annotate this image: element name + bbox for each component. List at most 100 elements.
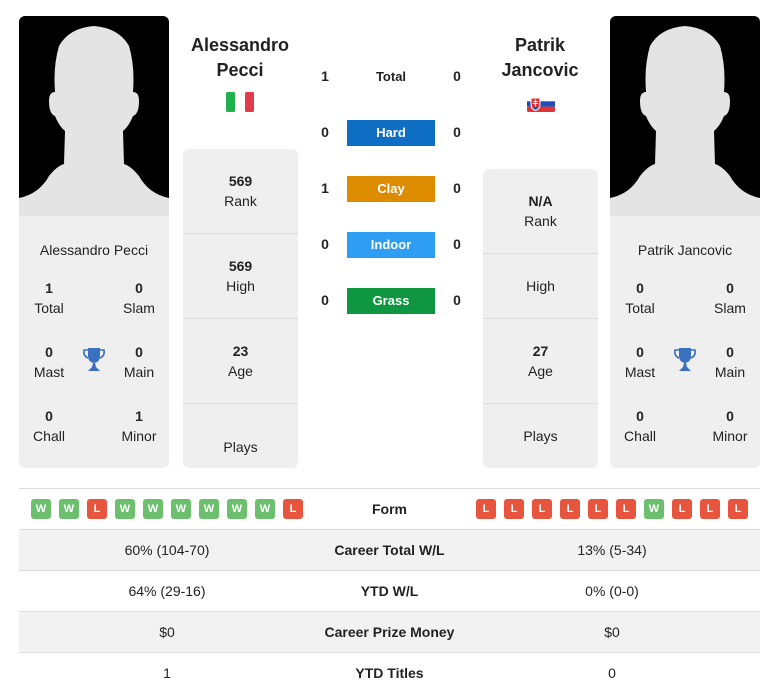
stat-value: 27 xyxy=(532,343,549,359)
player1-card: Alessandro Pecci 1 Total 0 Slam 0 Mast 0… xyxy=(19,16,169,468)
title-value: 0 xyxy=(726,280,734,296)
h2h-p2-value: 0 xyxy=(453,236,461,252)
player2-value: 13% (5-34) xyxy=(577,542,647,558)
title-value: 0 xyxy=(135,344,143,360)
table-row-ytd-wl: 64% (29-16) YTD W/L 0% (0-0) xyxy=(19,571,760,612)
player1-full-name: Alessandro Pecci xyxy=(39,242,149,258)
surface-badge-hard[interactable]: Hard xyxy=(347,120,435,146)
surface-badge-clay[interactable]: Clay xyxy=(347,176,435,202)
form-badge-loss[interactable]: L xyxy=(87,499,107,519)
stat-label: Rank xyxy=(524,213,557,229)
row-label: YTD W/L xyxy=(360,583,419,599)
form-badge-win[interactable]: W xyxy=(199,499,219,519)
player1-title-minor: 1 Minor xyxy=(109,406,169,446)
h2h-p1-value: 1 xyxy=(321,180,329,196)
form-badge-loss[interactable]: L xyxy=(560,499,580,519)
stat-label: Rank xyxy=(224,193,257,209)
h2h-p2-value: 0 xyxy=(453,124,461,140)
silhouette-icon xyxy=(610,26,760,216)
trophy-icon xyxy=(674,348,696,371)
row-label: Career Prize Money xyxy=(324,624,455,640)
player2-title-slam: 0 Slam xyxy=(700,278,760,318)
player2-value: $0 xyxy=(604,624,620,640)
stat-value: 23 xyxy=(232,343,249,359)
title-value: 0 xyxy=(45,408,53,424)
title-value: 0 xyxy=(45,344,53,360)
h2h-row-grass: 0 Grass 0 xyxy=(310,288,470,314)
player2-title-total: 0 Total xyxy=(610,278,670,318)
player2-plays: Plays xyxy=(483,404,598,468)
silhouette-icon xyxy=(19,26,169,216)
form-row: WWLWWWWWWL Form LLLLLLWLLL xyxy=(19,489,760,530)
player1-title-total: 1 Total xyxy=(19,278,79,318)
player1-high: 569 High xyxy=(183,234,298,319)
player1-value: 64% (29-16) xyxy=(128,583,206,599)
form-badge-loss[interactable]: L xyxy=(476,499,496,519)
table-row-career-wl: 60% (104-70) Career Total W/L 13% (5-34) xyxy=(19,530,760,571)
surface-badge-indoor[interactable]: Indoor xyxy=(347,232,435,258)
form-badge-win[interactable]: W xyxy=(644,499,664,519)
player2-card: Patrik Jancovic 0 Total 0 Slam 0 Mast 0 … xyxy=(610,16,760,468)
h2h-p2-value: 0 xyxy=(453,180,461,196)
title-value: 0 xyxy=(726,344,734,360)
player2-stats: N/A Rank High 27 Age Plays xyxy=(483,169,598,468)
h2h-p2-value: 0 xyxy=(453,292,461,308)
form-badge-loss[interactable]: L xyxy=(504,499,524,519)
stat-value: N/A xyxy=(528,193,553,209)
h2h-row-indoor: 0 Indoor 0 xyxy=(310,232,470,258)
form-badge-loss[interactable]: L xyxy=(532,499,552,519)
player1-value: 60% (104-70) xyxy=(124,542,210,558)
h2h-p1-value: 0 xyxy=(321,236,329,252)
title-value: 0 xyxy=(636,280,644,296)
title-label: Main xyxy=(714,364,746,380)
player2-value: 0 xyxy=(608,665,616,681)
player2-rank: N/A Rank xyxy=(483,169,598,254)
comparison-table: WWLWWWWWWL Form LLLLLLWLLL 60% (104-70) … xyxy=(19,488,760,694)
title-label: Minor xyxy=(121,428,157,444)
h2h-p1-value: 1 xyxy=(321,68,329,84)
player1-form: WWLWWWWWWL xyxy=(31,489,303,529)
player1-name[interactable]: Alessandro Pecci xyxy=(170,33,310,83)
form-badge-win[interactable]: W xyxy=(115,499,135,519)
stat-label: Plays xyxy=(523,428,558,444)
stat-label: Age xyxy=(228,363,253,379)
title-value: 0 xyxy=(636,408,644,424)
player2-age: 27 Age xyxy=(483,319,598,404)
title-value: 1 xyxy=(45,280,53,296)
h2h-p1-value: 0 xyxy=(321,292,329,308)
player1-title-main: 0 Main xyxy=(109,342,169,382)
player2-first-name: Patrik xyxy=(514,35,566,55)
surface-badge-grass[interactable]: Grass xyxy=(347,288,435,314)
form-badge-win[interactable]: W xyxy=(227,499,247,519)
player1-title-mast: 0 Mast xyxy=(19,342,79,382)
h2h-row-total: 1 Total 0 xyxy=(310,64,470,90)
stat-label: Age xyxy=(528,363,553,379)
row-label: YTD Titles xyxy=(355,665,424,681)
player1-age: 23 Age xyxy=(183,319,298,404)
player2-name[interactable]: Patrik Jancovic xyxy=(470,33,610,83)
player2-title-main: 0 Main xyxy=(700,342,760,382)
form-label: Form xyxy=(372,501,407,517)
form-badge-win[interactable]: W xyxy=(255,499,275,519)
slovakia-flag-icon xyxy=(527,96,555,112)
form-badge-loss[interactable]: L xyxy=(672,499,692,519)
player1-value: $0 xyxy=(159,624,175,640)
form-badge-loss[interactable]: L xyxy=(588,499,608,519)
form-badge-loss[interactable]: L xyxy=(616,499,636,519)
form-badge-win[interactable]: W xyxy=(59,499,79,519)
form-badge-loss[interactable]: L xyxy=(700,499,720,519)
h2h-p1-value: 0 xyxy=(321,124,329,140)
form-badge-loss[interactable]: L xyxy=(283,499,303,519)
title-label: Main xyxy=(123,364,155,380)
form-badge-win[interactable]: W xyxy=(143,499,163,519)
title-value: 1 xyxy=(135,408,143,424)
player2-form: LLLLLLWLLL xyxy=(476,489,748,529)
form-badge-win[interactable]: W xyxy=(31,499,51,519)
form-badge-win[interactable]: W xyxy=(171,499,191,519)
title-label: Mast xyxy=(624,364,656,380)
title-label: Slam xyxy=(123,300,155,316)
form-badge-loss[interactable]: L xyxy=(728,499,748,519)
stat-value: 569 xyxy=(228,258,253,274)
player1-stats: 569 Rank 569 High 23 Age Plays xyxy=(183,149,298,468)
player2-high: High xyxy=(483,254,598,319)
